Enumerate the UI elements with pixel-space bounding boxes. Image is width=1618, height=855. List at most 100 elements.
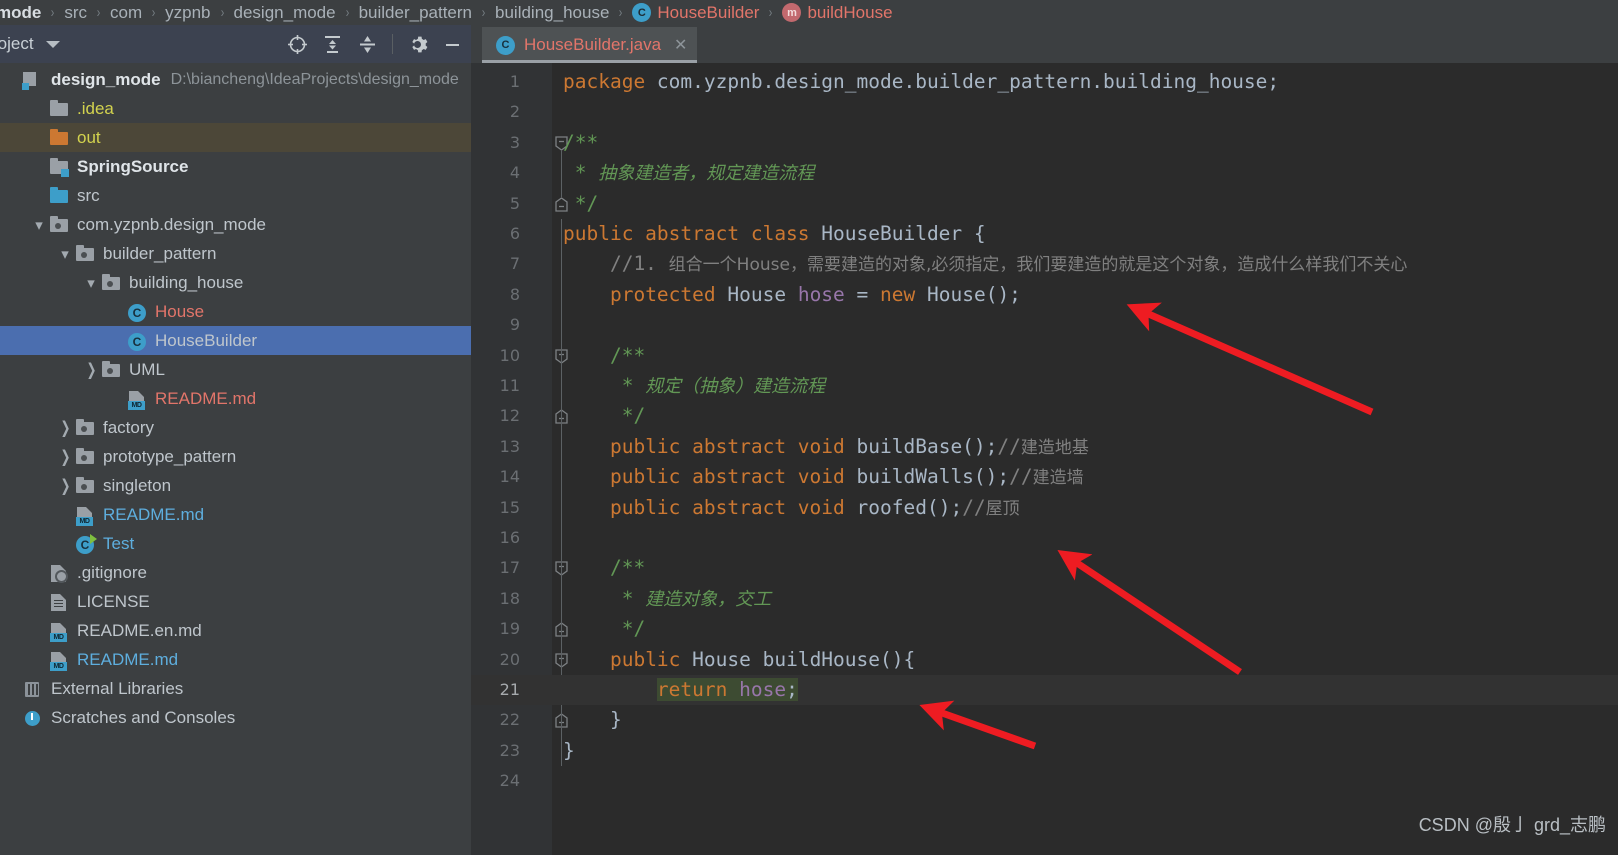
breadcrumb-item-buildhouse[interactable]: m buildHouse [780,3,894,23]
tree-item-factory[interactable]: factory [0,413,471,442]
caret-down-icon[interactable] [45,40,60,48]
line-number: 13 [499,436,520,456]
code-line-4[interactable]: * 抽象建造者，规定建造流程 [563,158,815,188]
tree-item-label: out [77,128,101,147]
chevron-down-icon[interactable] [82,274,100,292]
code-line-18[interactable]: * 建造对象，交工 [563,584,772,614]
breadcrumb-separator: › [345,4,349,21]
code-line-21[interactable]: return hose; [563,675,798,705]
code-line-1[interactable]: package com.yzpnb.design_mode.builder_pa… [563,67,1279,97]
line-number: 4 [509,163,520,183]
breadcrumb-item-design-mode[interactable]: design_mode [232,3,338,23]
expand-all-icon[interactable] [322,34,343,55]
code-line-13[interactable]: public abstract void buildBase();//建造地基 [563,432,1089,462]
breadcrumb-separator: › [619,4,623,21]
gitignore-icon [48,564,70,583]
code-line-17[interactable]: /** [563,553,645,583]
tree-item-label: building_house [129,273,244,292]
code-content[interactable]: package com.yzpnb.design_mode.builder_pa… [552,63,1618,855]
tree-item-springsource[interactable]: SpringSource [0,152,471,181]
tree-item-builder-pattern[interactable]: builder_pattern [0,239,471,268]
breadcrumb-item-building-house[interactable]: building_house [493,3,611,23]
tab-housebuilder-java[interactable]: C HouseBuilder.java ✕ [482,27,698,63]
line-number: 23 [499,740,520,760]
tree-item-readme-md[interactable]: README.md [0,500,471,529]
breadcrumb-item-com[interactable]: com [108,3,144,23]
code-line-11[interactable]: * 规定（抽象）建造流程 [563,371,826,401]
tree-item--idea[interactable]: .idea [0,94,471,123]
code-token: buildHouse(){ [762,647,916,671]
collapse-all-icon[interactable] [357,34,378,55]
code-token: /** [563,556,646,580]
chevron-right-icon[interactable] [56,478,74,494]
code-line-14[interactable]: public abstract void buildWalls();//建造墙 [563,462,1084,492]
breadcrumb-separator: › [151,4,156,21]
code-line-7[interactable]: //1. 组合一个House，需要建造的对象,必须指定，我们要建造的就是这个对象… [563,249,1407,279]
tree-item-external-libraries[interactable]: External Libraries [0,674,471,703]
chevron-down-icon[interactable] [56,245,74,263]
code-line-20[interactable]: public House buildHouse(){ [563,645,915,675]
code-line-19[interactable]: */ [563,614,646,644]
code-line-5[interactable]: */ [563,189,599,219]
code-token: roofed(); [844,495,963,519]
editor-tab-bar: C HouseBuilder.java ✕ [471,25,1618,63]
tree-item-uml[interactable]: UML [0,355,471,384]
tree-item-readme-md[interactable]: README.md [0,645,471,674]
editor-gutter[interactable]: 1 2 3 4 5 6 7 8 9 10 11 12 13 14 15 16 17 18 19 20 21 22 23 24 [471,63,590,855]
class-icon: C [126,332,148,351]
line-number: 20 [499,649,520,669]
code-token: buildWalls(); [844,465,1010,489]
breadcrumb-item-builder-pattern[interactable]: builder_pattern [357,3,474,23]
code-line-6[interactable]: public abstract class HouseBuilder { [563,219,986,249]
locate-icon[interactable] [287,34,308,55]
chevron-right-icon[interactable] [82,362,100,378]
tree-item-house[interactable]: C House [0,297,471,326]
code-line-12[interactable]: */ [563,401,646,431]
code-line-8[interactable]: protected House hose = new House(); [563,280,1021,310]
code-token: } [563,738,575,762]
markdown-icon [48,622,70,642]
line-number: 12 [499,406,520,426]
code-line-10[interactable]: /** [563,341,645,371]
breadcrumb-item-src[interactable]: src [62,3,89,23]
tree-item--gitignore[interactable]: .gitignore [0,558,471,587]
tree-item-scratches-and-consoles[interactable]: Scratches and Consoles [0,703,471,732]
code-token: 建造墙 [1032,468,1084,489]
code-line-3[interactable]: /** [563,128,598,158]
tree-item-housebuilder[interactable]: C HouseBuilder [0,326,471,355]
package-icon [74,418,96,437]
tree-item-prototype-pattern[interactable]: prototype_pattern [0,442,471,471]
gear-icon[interactable] [407,34,428,55]
code-line-22[interactable]: } [563,705,622,735]
tree-item-src[interactable]: src [0,181,471,210]
tree-item-singleton[interactable]: singleton [0,471,471,500]
code-line-23[interactable]: } [563,736,575,766]
source-root-icon [48,157,70,177]
code-editor[interactable]: 1 2 3 4 5 6 7 8 9 10 11 12 13 14 15 16 17 18 19 20 21 22 23 24 … [471,63,1618,855]
close-icon[interactable]: ✕ [674,35,687,55]
tree-item-out[interactable]: out [0,123,471,152]
project-tree[interactable]: design_mode D:\biancheng\IdeaProjects\des… [0,63,471,855]
tree-item-label: README.md [103,505,205,524]
code-line-15[interactable]: public abstract void roofed();//屋顶 [563,493,1020,523]
line-number: 6 [509,224,520,243]
tree-item-design-mode[interactable]: design_mode D:\biancheng\IdeaProjects\des… [0,65,471,94]
tree-item-com-yzpnb-design-mode[interactable]: com.yzpnb.design_mode [0,210,471,239]
breadcrumb-item-yzpnb[interactable]: yzpnb [163,3,212,23]
chevron-down-icon[interactable] [30,216,48,234]
line-number: 5 [509,193,520,213]
breadcrumb-item-mode[interactable]: mode [0,3,43,23]
code-token: */ [563,617,646,641]
tree-item-readme-en-md[interactable]: README.en.md [0,616,471,645]
minimize-icon[interactable] [442,34,463,55]
tree-item-readme-md[interactable]: README.md [0,384,471,413]
chevron-right-icon[interactable] [56,420,74,436]
tree-item-license[interactable]: LICENSE [0,587,471,616]
chevron-right-icon[interactable] [56,449,74,465]
code-token: hose [797,282,845,306]
toolbar-divider [392,34,393,54]
tree-item-test[interactable]: C Test [0,529,471,558]
breadcrumb-item-housebuilder[interactable]: C HouseBuilder [630,3,761,23]
tree-item-building-house[interactable]: building_house [0,268,471,297]
